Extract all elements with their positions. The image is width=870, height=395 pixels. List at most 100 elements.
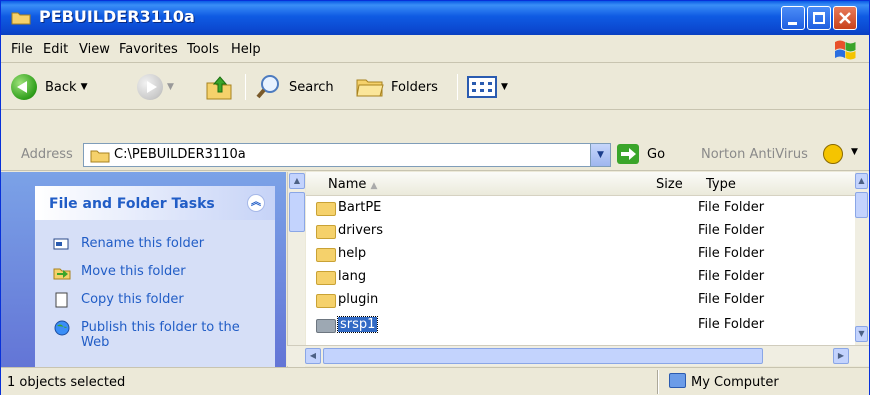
close-button[interactable] [833, 6, 857, 30]
table-row-selected[interactable]: srsp1 File Folder [306, 315, 856, 337]
norton-icon[interactable] [823, 144, 843, 164]
scroll-down-arrow[interactable]: ▼ [855, 326, 868, 342]
task-label: Copy this folder [81, 292, 184, 307]
back-button[interactable]: Back ▼ [11, 72, 87, 102]
scroll-left-arrow[interactable]: ◀ [305, 348, 321, 364]
file-folder-tasks-panel: File and Folder Tasks ︽ Rename this fold… [35, 186, 275, 367]
file-name: help [338, 246, 367, 261]
folder-icon [316, 248, 336, 262]
task-label: Publish this folder to the Web [81, 320, 240, 350]
file-name: plugin [338, 292, 379, 307]
up-folder-icon [206, 76, 232, 100]
go-button[interactable] [617, 144, 639, 164]
file-name: drivers [338, 223, 384, 238]
column-size[interactable]: Size [656, 177, 683, 192]
address-input[interactable]: C:\PEBUILDER3110a ▼ [83, 143, 611, 167]
publish-icon [54, 320, 70, 336]
my-computer-icon [669, 373, 686, 388]
horizontal-scrollbar[interactable]: ◀ ▶ [287, 345, 869, 366]
collapse-icon[interactable]: ︽ [247, 194, 265, 212]
table-row[interactable]: plugin File Folder [306, 290, 856, 312]
file-list: Name ▲ Size Type BartPE File Folder driv… [306, 172, 869, 345]
folder-icon [316, 202, 336, 216]
title-bar[interactable]: PEBUILDER3110a [1, 1, 869, 35]
windows-logo-icon [835, 40, 856, 60]
status-location: My Computer [691, 375, 779, 390]
task-pane: File and Folder Tasks ︽ Rename this fold… [1, 172, 286, 367]
folder-icon [316, 294, 336, 308]
chevron-down-icon: ▼ [501, 82, 508, 92]
address-dropdown-button[interactable]: ▼ [590, 144, 610, 166]
back-label: Back [45, 79, 77, 95]
folder-icon [316, 319, 336, 333]
scroll-up-arrow[interactable]: ▲ [289, 173, 305, 189]
scroll-up-arrow[interactable]: ▲ [855, 173, 868, 189]
file-type: File Folder [698, 200, 765, 215]
file-type: File Folder [698, 317, 765, 332]
move-icon [53, 268, 71, 280]
menu-file[interactable]: File [11, 42, 33, 57]
maximize-button[interactable] [807, 6, 831, 30]
status-divider [657, 370, 659, 394]
task-pane-scrollbar[interactable]: ▲ ▼ [287, 172, 305, 367]
menu-bar: File Edit View Favorites Tools Help [1, 35, 869, 63]
chevron-down-icon: ▼ [80, 82, 88, 92]
file-name: lang [338, 269, 367, 284]
column-name[interactable]: Name ▲ [328, 177, 377, 192]
window-title: PEBUILDER3110a [39, 7, 195, 26]
views-icon [467, 76, 497, 98]
file-name: srsp1 [336, 316, 379, 333]
menu-help[interactable]: Help [231, 42, 261, 57]
norton-antivirus-label[interactable]: Norton AntiVirus [701, 147, 808, 162]
menu-edit[interactable]: Edit [43, 42, 68, 57]
menu-favorites[interactable]: Favorites [119, 42, 178, 57]
forward-arrow-icon [137, 74, 163, 100]
task-rename-folder[interactable]: Rename this folder [53, 236, 204, 252]
forward-button[interactable]: ▼ [137, 72, 174, 102]
minimize-button[interactable] [781, 6, 805, 30]
task-panel-header[interactable]: File and Folder Tasks ︽ [35, 186, 275, 220]
file-type: File Folder [698, 246, 765, 261]
go-label[interactable]: Go [647, 147, 665, 162]
back-arrow-icon [11, 74, 37, 100]
folders-icon [356, 79, 384, 97]
status-bar: 1 objects selected My Computer [1, 367, 869, 395]
task-panel-title: File and Folder Tasks [49, 196, 215, 212]
go-arrow-icon [621, 148, 636, 160]
address-path: C:\PEBUILDER3110a [114, 147, 246, 162]
menu-view[interactable]: View [79, 42, 110, 57]
explorer-window: PEBUILDER3110a File Edit View Favorites … [0, 0, 870, 395]
task-move-folder[interactable]: Move this folder [53, 264, 186, 280]
column-type[interactable]: Type [706, 177, 736, 192]
task-copy-folder[interactable]: Copy this folder [53, 292, 184, 308]
address-label: Address [21, 147, 73, 162]
menu-tools[interactable]: Tools [187, 42, 219, 57]
scroll-right-arrow[interactable]: ▶ [833, 348, 849, 364]
search-button[interactable]: Search [255, 72, 334, 102]
column-header: Name ▲ Size Type [306, 172, 856, 196]
file-list-scrollbar[interactable]: ▲ ▼ [855, 172, 869, 345]
folder-icon [316, 225, 336, 239]
scroll-thumb[interactable] [855, 192, 868, 218]
toolbar-separator [245, 74, 246, 100]
table-row[interactable]: BartPE File Folder [306, 198, 856, 220]
folders-button[interactable]: Folders [355, 72, 438, 102]
toolbar-separator [457, 74, 458, 100]
task-label: Move this folder [81, 264, 186, 279]
rename-icon [53, 238, 69, 250]
task-publish-folder[interactable]: Publish this folder to the Web [53, 320, 253, 350]
address-bar: Address C:\PEBUILDER3110a ▼ Go Norton An… [1, 139, 869, 171]
chevron-down-icon[interactable]: ▼ [851, 147, 858, 157]
table-row[interactable]: lang File Folder [306, 267, 856, 289]
views-button[interactable]: ▼ [467, 72, 508, 102]
scroll-thumb[interactable] [323, 348, 763, 364]
table-row[interactable]: help File Folder [306, 244, 856, 266]
file-type: File Folder [698, 223, 765, 238]
file-name: BartPE [338, 200, 382, 215]
scroll-thumb[interactable] [289, 192, 305, 232]
sort-ascending-icon: ▲ [370, 181, 378, 191]
up-folder-button[interactable] [205, 72, 235, 102]
search-icon [256, 75, 279, 99]
table-row[interactable]: drivers File Folder [306, 221, 856, 243]
toolbar: Back ▼ ▼ Search Folders ▼ [1, 64, 869, 110]
